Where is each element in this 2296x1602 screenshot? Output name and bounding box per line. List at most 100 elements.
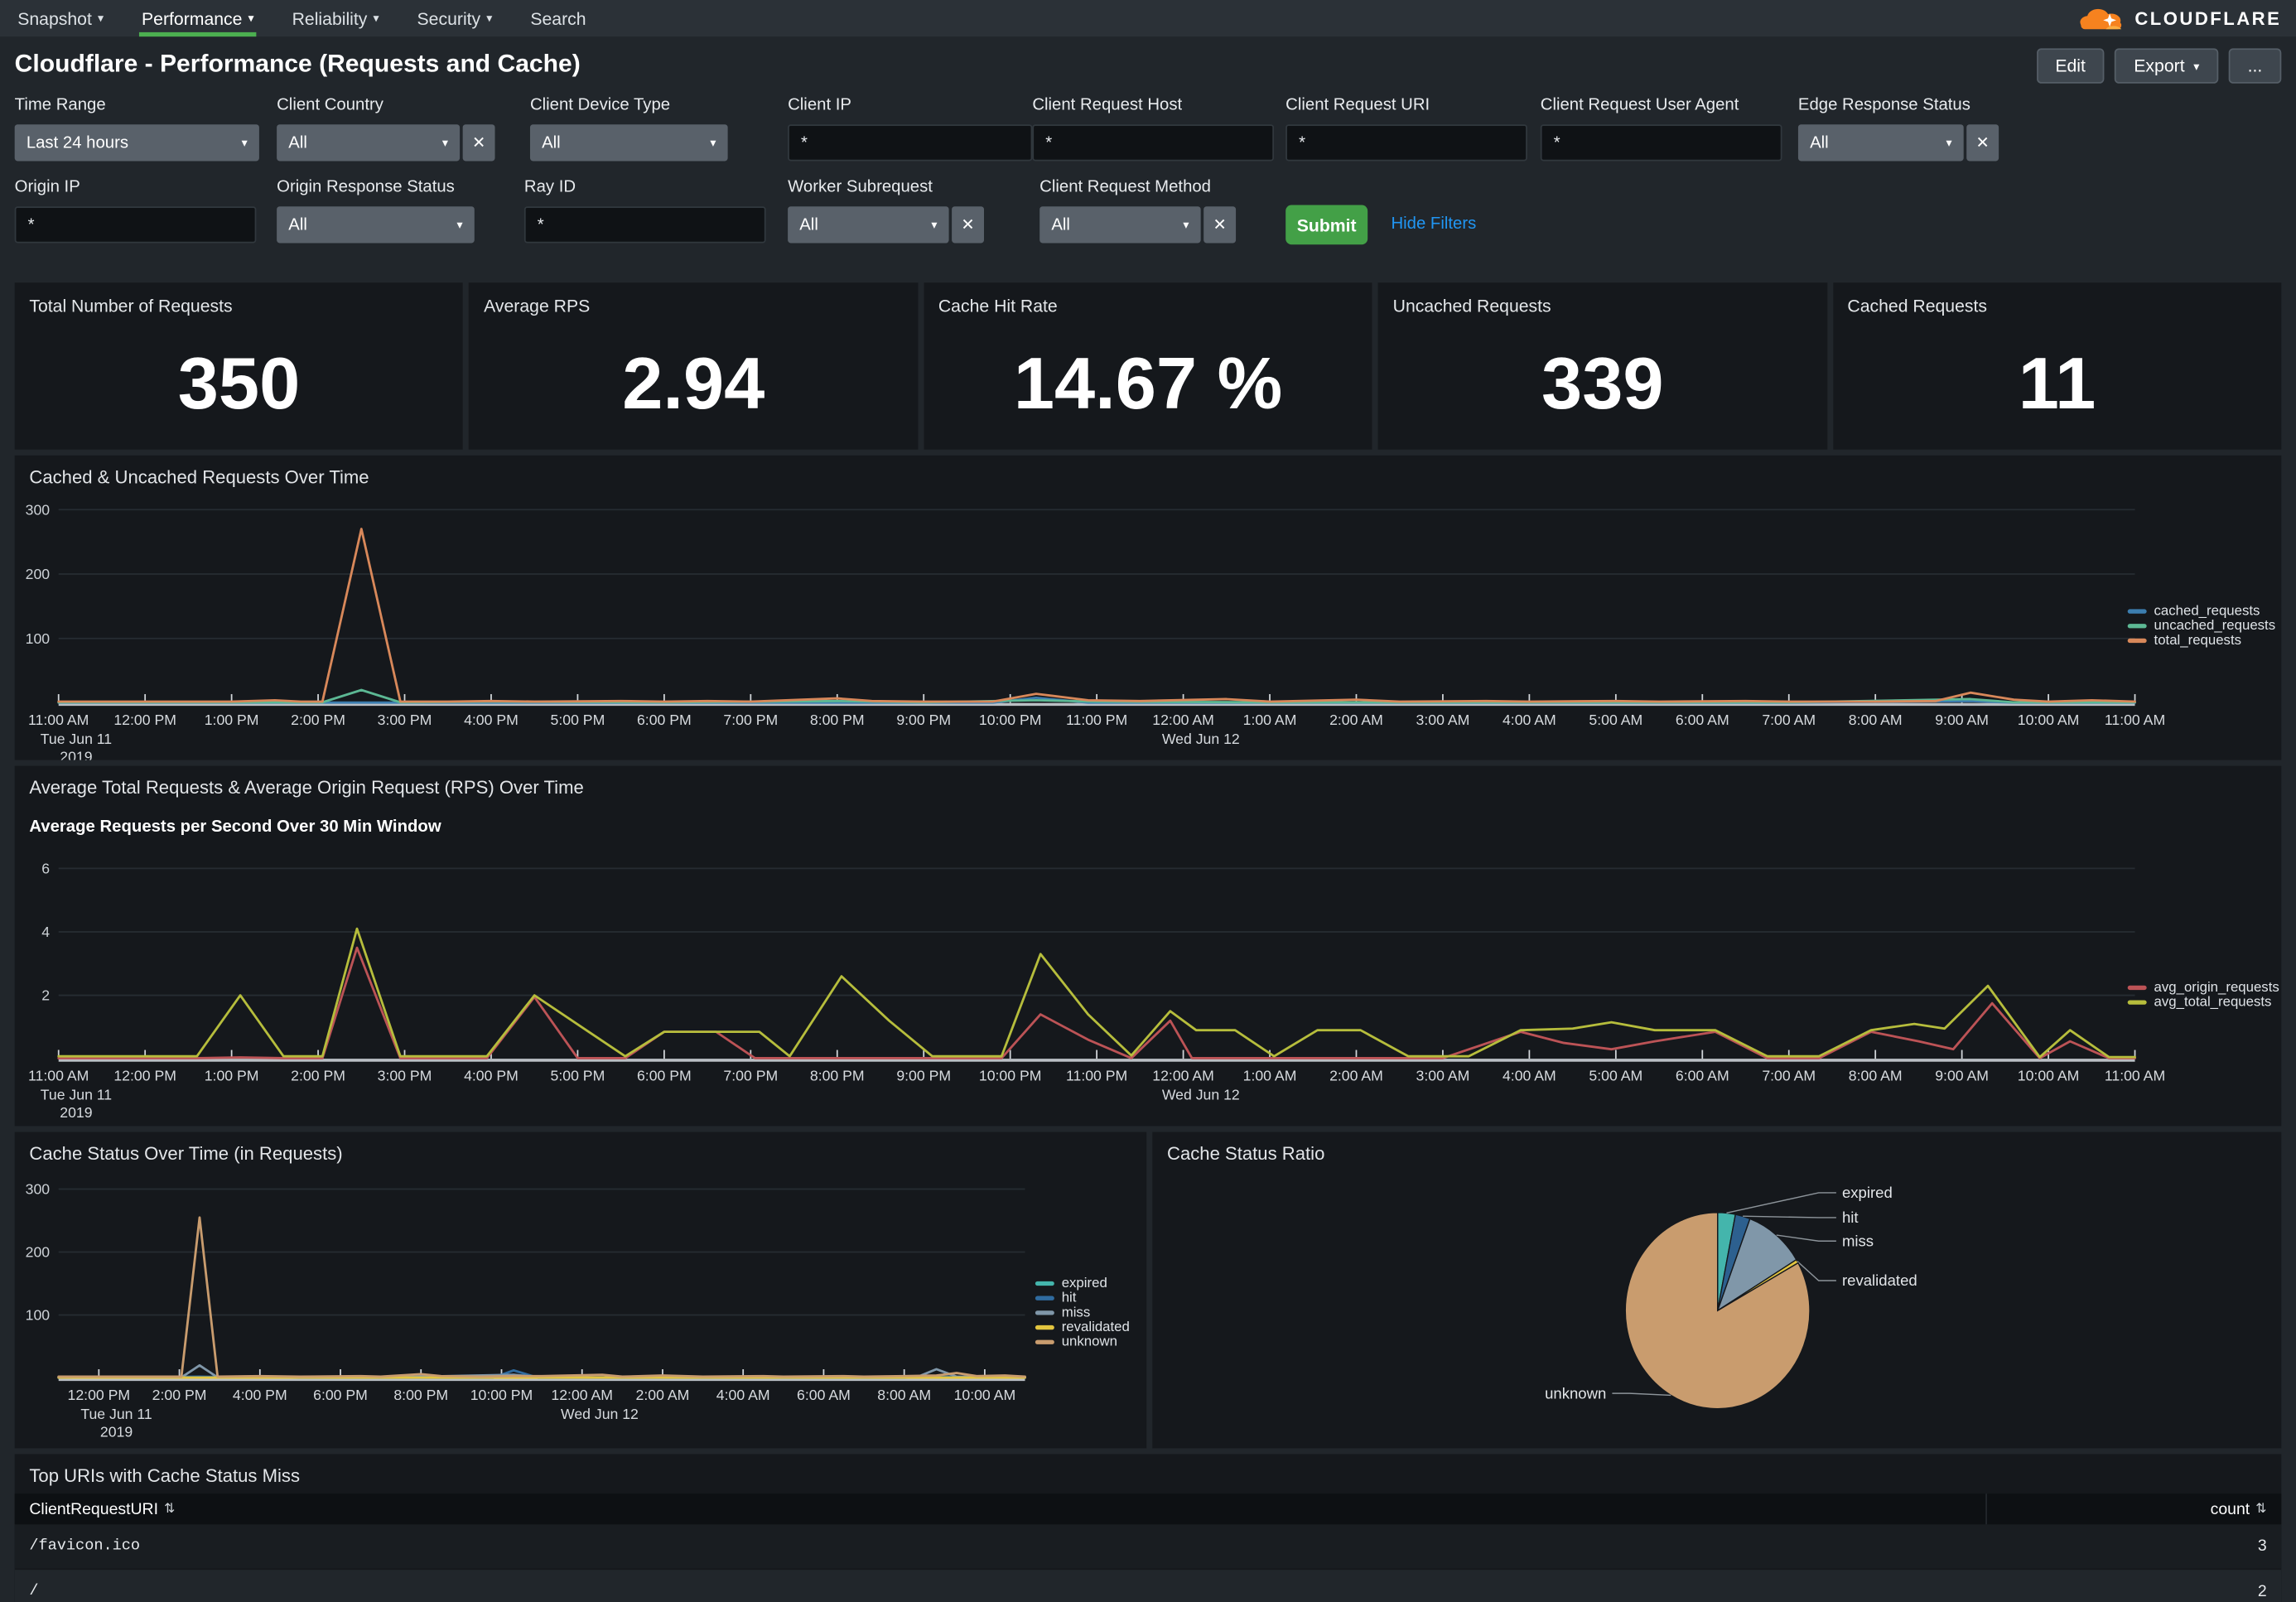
filter-input-client-request-uri[interactable] [1285, 124, 1527, 161]
chevron-down-icon: ▾ [233, 136, 248, 149]
svg-text:3:00 AM: 3:00 AM [1416, 1068, 1470, 1084]
svg-text:Tue Jun 11: Tue Jun 11 [80, 1406, 152, 1422]
filter-select-worker-subrequest[interactable]: All▾ [788, 206, 948, 243]
clear-filter-button[interactable]: ✕ [1966, 124, 1999, 161]
svg-text:10:00 AM: 10:00 AM [954, 1387, 1016, 1403]
filter-label: Client Device Type [530, 97, 728, 114]
clear-filter-button[interactable]: ✕ [952, 206, 984, 243]
stat-label: Cached Requests [1847, 296, 1987, 316]
cache-status-ratio-pie: expiredhitmissrevalidatedunknown [1152, 1132, 2281, 1449]
average-rps-chart: 24611:00 AMTue Jun 11201912:00 PM1:00 PM… [15, 766, 2282, 1127]
edit-button[interactable]: Edit [2036, 48, 2105, 83]
svg-text:11:00 AM: 11:00 AM [2105, 712, 2165, 728]
svg-text:8:00 AM: 8:00 AM [1849, 1068, 1903, 1084]
clear-filter-button[interactable]: ✕ [1203, 206, 1236, 243]
nav-item-search[interactable]: Search [530, 0, 586, 36]
legend-swatch [1035, 1339, 1054, 1344]
legend-item-uncached-requests: uncached_requests [2128, 618, 2275, 633]
filter-input-client-request-user-agent[interactable] [1541, 124, 1782, 161]
selected-value: All [799, 216, 818, 234]
svg-text:3:00 PM: 3:00 PM [378, 712, 432, 728]
filter-label: Client Request Host [1032, 97, 1274, 114]
svg-text:10:00 PM: 10:00 PM [470, 1387, 533, 1403]
more-button[interactable]: ... [2229, 48, 2282, 83]
svg-text:9:00 PM: 9:00 PM [896, 712, 951, 728]
filter-select-client-device-type[interactable]: All▾ [530, 124, 728, 161]
column-header-clientrequesturi[interactable]: ClientRequestURI ⇅ [15, 1500, 1986, 1518]
svg-text:5:00 AM: 5:00 AM [1589, 1068, 1642, 1084]
filter-input-client-request-host[interactable] [1032, 124, 1274, 161]
hide-filters-link[interactable]: Hide Filters [1391, 215, 1476, 233]
filter-select-client-request-method[interactable]: All▾ [1039, 206, 1200, 243]
chevron-down-icon: ▾ [373, 12, 379, 25]
svg-text:200: 200 [26, 566, 51, 582]
sort-icon: ⇅ [164, 1502, 175, 1517]
svg-text:9:00 AM: 9:00 AM [1935, 1068, 1989, 1084]
filter-client-request-method: Client Request MethodAll▾✕ [1039, 179, 1236, 244]
panel-top-uris: Top URIs with Cache Status Miss ClientRe… [15, 1454, 2282, 1602]
svg-text:7:00 AM: 7:00 AM [1762, 1068, 1816, 1084]
filter-input-ray-id[interactable] [524, 206, 766, 243]
column-header-count[interactable]: count ⇅ [1985, 1493, 2281, 1524]
nav-item-security[interactable]: Security▾ [417, 0, 493, 36]
svg-text:11:00 AM: 11:00 AM [28, 1068, 89, 1084]
svg-text:6:00 AM: 6:00 AM [1676, 1068, 1729, 1084]
filter-select-time-range[interactable]: Last 24 hours▾ [15, 124, 259, 161]
legend-swatch [1035, 1310, 1054, 1314]
svg-text:4:00 PM: 4:00 PM [464, 1068, 519, 1084]
svg-text:4:00 PM: 4:00 PM [233, 1387, 287, 1403]
stat-label: Uncached Requests [1393, 296, 1551, 316]
svg-text:100: 100 [26, 630, 51, 647]
filter-origin-ip: Origin IP [15, 179, 257, 244]
table-row[interactable]: /favicon.ico3 [15, 1524, 2282, 1568]
panel-requests-over-time: Cached & Uncached Requests Over Time 100… [15, 456, 2282, 760]
cloudflare-logo: CLOUDFLARE [2077, 0, 2281, 36]
svg-text:12:00 PM: 12:00 PM [113, 1068, 176, 1084]
filter-select-origin-response-status[interactable]: All▾ [277, 206, 475, 243]
svg-text:200: 200 [26, 1244, 51, 1261]
submit-button[interactable]: Submit [1285, 205, 1367, 245]
pie-label-expired: expired [1842, 1184, 1893, 1201]
filter-label: Client Request User Agent [1541, 97, 1782, 114]
svg-text:12:00 PM: 12:00 PM [68, 1387, 131, 1403]
panel-cache-status-ratio: Cache Status Ratio expiredhitmissrevalid… [1152, 1132, 2281, 1449]
chevron-down-icon: ▾ [702, 136, 716, 149]
svg-text:8:00 AM: 8:00 AM [1849, 712, 1903, 728]
svg-text:7:00 PM: 7:00 PM [723, 712, 778, 728]
svg-text:6:00 AM: 6:00 AM [797, 1387, 851, 1403]
export-button[interactable]: Export ▾ [2115, 48, 2218, 83]
legend-label: avg_total_requests [2154, 993, 2272, 1009]
svg-text:100: 100 [26, 1307, 51, 1324]
svg-text:300: 300 [26, 501, 51, 518]
filter-bar: Submit Hide Filters Time Range Last 24 ho… [0, 95, 2296, 282]
filter-worker-subrequest: Worker SubrequestAll▾✕ [788, 179, 984, 244]
chevron-down-icon: ▾ [98, 12, 104, 25]
chart-legend: expiredhitmissrevalidatedunknown [1035, 1276, 1130, 1349]
svg-text:5:00 PM: 5:00 PM [551, 712, 605, 728]
selected-value: All [1051, 216, 1070, 234]
filter-label: Client Country [277, 97, 494, 114]
dashboard: Snapshot▾ Performance▾ Reliability▾ Securit… [0, 0, 2296, 1602]
filter-select-client-country[interactable]: All▾ [277, 124, 460, 161]
svg-text:11:00 PM: 11:00 PM [1066, 1068, 1127, 1084]
top-nav: Snapshot▾ Performance▾ Reliability▾ Securit… [0, 0, 2296, 36]
cache-status-chart: 10020030012:00 PMTue Jun 1120192:00 PM4:… [15, 1132, 1147, 1449]
filter-input-client-ip[interactable] [788, 124, 1032, 161]
selected-value: All [288, 216, 307, 234]
selected-value: All [288, 134, 307, 152]
clear-filter-button[interactable]: ✕ [463, 124, 495, 161]
nav-item-performance[interactable]: Performance▾ [142, 0, 254, 36]
filter-select-edge-response-status[interactable]: All▾ [1798, 124, 1964, 161]
svg-text:10:00 AM: 10:00 AM [2018, 712, 2080, 728]
nav-item-reliability[interactable]: Reliability▾ [292, 0, 379, 36]
filter-input-origin-ip[interactable] [15, 206, 257, 243]
chart-legend: avg_origin_requestsavg_total_requests [2128, 980, 2279, 1009]
table-row[interactable]: /2 [15, 1570, 2282, 1602]
svg-text:Wed Jun 12: Wed Jun 12 [1162, 731, 1240, 747]
nav-item-snapshot[interactable]: Snapshot▾ [17, 0, 104, 36]
pie-label-hit: hit [1842, 1209, 1859, 1226]
requests-over-time-chart: 10020030011:00 AMTue Jun 11201912:00 PM1… [15, 456, 2282, 760]
svg-text:2:00 AM: 2:00 AM [636, 1387, 690, 1403]
filter-label: Time Range [15, 97, 259, 114]
chevron-down-icon: ▾ [1937, 136, 1952, 149]
